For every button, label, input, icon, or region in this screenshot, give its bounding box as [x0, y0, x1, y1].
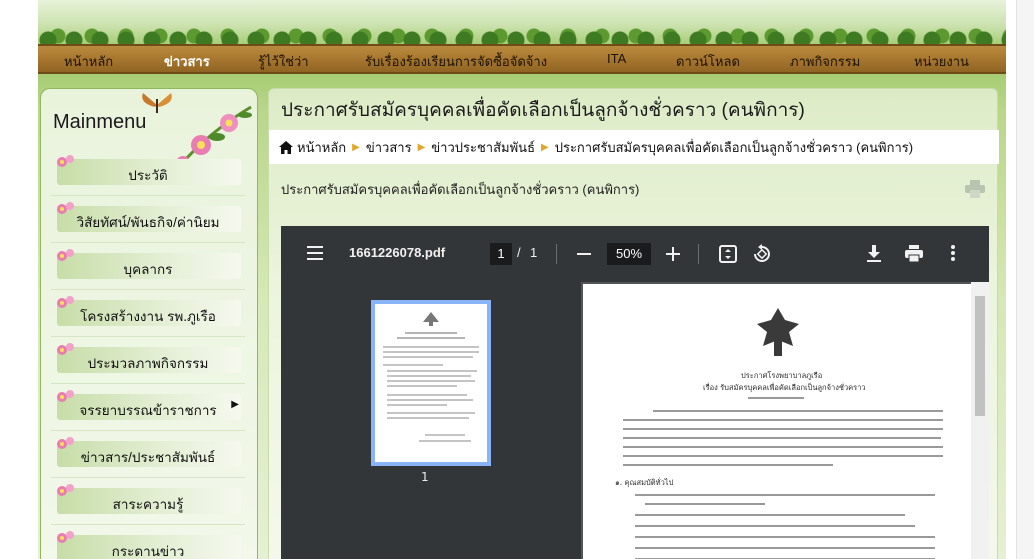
sidebar-item-activity-gallery[interactable]: ประมวลภาพกิจกรรม [51, 337, 245, 384]
page-thumbnail[interactable] [371, 300, 491, 466]
breadcrumb-news[interactable]: ข่าวสาร [366, 137, 412, 158]
nav-item-download[interactable]: ดาวน์โหลด [676, 51, 740, 72]
pdf-toolbar: 1661226078.pdf 1 / 1 50% [281, 226, 989, 282]
sidebar-item-personnel[interactable]: บุคลากร [51, 243, 245, 290]
main-content: ประกาศรับสมัครบุคคลเพื่อคัดเลือกเป็นลูกจ… [268, 88, 999, 559]
sidebar: Mainmenu ประวัติ วิสัยทัศน์/พันธกิจ/ค่าน… [40, 88, 258, 559]
top-nav: หน้าหลัก ข่าวสาร รู้ไว้ใช่ว่า รับเรื่องร… [38, 44, 1006, 74]
nav-item-activities[interactable]: ภาพกิจกรรม [790, 51, 860, 72]
sidebar-item-ethics[interactable]: จรรยาบรรณข้าราชการ ▶ [51, 384, 245, 431]
sidebar-item-label: ข่าวสาร/ประชาสัมพันธ์ [80, 450, 216, 465]
doc-section-heading: ๑. คุณสมบัติทั่วไป [615, 478, 674, 487]
zoom-level-input[interactable]: 50% [607, 243, 651, 265]
sidebar-item-label: วิสัยทัศน์/พันธกิจ/ค่านิยม [76, 215, 220, 230]
caret-right-icon: ▶ [417, 141, 426, 153]
sidebar-item-structure[interactable]: โครงสร้างงาน รพ.ภูเรือ [51, 290, 245, 337]
sidebar-item-knowledge[interactable]: สาระความรู้ [51, 478, 245, 525]
sidebar-item-label: ประมวลภาพกิจกรรม [87, 356, 209, 371]
thumbnail-pane: 1 [281, 282, 581, 559]
page-title: ประกาศรับสมัครบุคคลเพื่อคัดเลือกเป็นลูกจ… [281, 100, 805, 121]
nav-item-ita[interactable]: ITA [607, 51, 626, 66]
toolbar-divider [698, 244, 699, 264]
window-scrollbar[interactable] [1016, 0, 1034, 559]
zoom-in-icon[interactable] [666, 247, 680, 261]
page-number-input[interactable]: 1 [490, 243, 512, 265]
breadcrumb-home[interactable]: หน้าหลัก [297, 137, 346, 158]
garuda-emblem-icon [757, 308, 799, 356]
pdf-filename: 1661226078.pdf [349, 245, 446, 260]
nav-item-did-you-know[interactable]: รู้ไว้ใช่ว่า [258, 51, 309, 72]
breadcrumb-current: ประกาศรับสมัครบุคคลเพื่อคัดเลือกเป็นลูกจ… [554, 139, 914, 155]
rotate-icon[interactable] [752, 244, 772, 264]
chevron-right-icon: ▶ [231, 399, 239, 410]
download-icon[interactable] [867, 245, 881, 262]
caret-right-icon: ▶ [352, 141, 360, 153]
sidebar-item-news-pr[interactable]: ข่าวสาร/ประชาสัมพันธ์ [51, 431, 245, 478]
nav-item-home[interactable]: หน้าหลัก [64, 51, 113, 72]
page-frame: หน้าหลัก ข่าวสาร รู้ไว้ใช่ว่า รับเรื่องร… [38, 0, 1006, 559]
thumbnail-page-number: 1 [421, 470, 429, 484]
zoom-out-icon[interactable] [577, 253, 591, 255]
page-separator: / [517, 245, 521, 260]
sidebar-item-label: กระดานข่าว [111, 544, 185, 559]
breadcrumb: หน้าหลัก ▶ ข่าวสาร ▶ ข่าวประชาสัมพันธ์ ▶… [269, 130, 999, 164]
nav-item-departments[interactable]: หน่วยงาน [914, 51, 969, 72]
caret-right-icon: ▶ [541, 141, 549, 153]
sidebar-item-history[interactable]: ประวัติ [51, 149, 245, 196]
sidebar-item-label: ประวัติ [128, 168, 168, 183]
pdf-scrollbar[interactable] [971, 282, 989, 559]
sidebar-item-label: บุคลากร [123, 262, 173, 277]
doc-subject: เรื่อง รับสมัครบุคคลเพื่อคัดเลือกเป็นลูก… [703, 383, 866, 392]
article-heading: ประกาศรับสมัครบุคคลเพื่อคัดเลือกเป็นลูกจ… [281, 182, 640, 197]
fit-page-icon[interactable] [719, 245, 737, 263]
toolbar-divider [556, 244, 557, 264]
more-options-icon[interactable] [951, 245, 955, 261]
emblem-icon [423, 312, 439, 326]
menu-icon[interactable] [307, 246, 323, 260]
sidebar-item-label: สาระความรู้ [112, 497, 184, 512]
sidebar-item-board[interactable]: กระดานข่าว [51, 525, 245, 559]
pdf-viewer[interactable]: 1661226078.pdf 1 / 1 50% 1 ประกาศโรงพยาบ… [281, 226, 989, 559]
sidebar-title: Mainmenu [53, 111, 147, 133]
sidebar-item-label: จรรยาบรรณข้าราชการ [79, 403, 217, 418]
header-foliage [38, 26, 1006, 46]
nav-item-news[interactable]: ข่าวสาร [164, 51, 210, 72]
sidebar-item-label: โครงสร้างงาน รพ.ภูเรือ [80, 309, 216, 324]
doc-organization: ประกาศโรงพยาบาลภูเรือ [741, 371, 823, 380]
sidebar-menu: ประวัติ วิสัยทัศน์/พันธกิจ/ค่านิยม บุคลา… [51, 149, 245, 559]
breadcrumb-pr-news[interactable]: ข่าวประชาสัมพันธ์ [431, 137, 535, 158]
print-pdf-icon[interactable] [905, 245, 923, 262]
pdf-page: ประกาศโรงพยาบาลภูเรือ เรื่อง รับสมัครบุค… [583, 284, 971, 559]
total-pages: 1 [530, 245, 538, 260]
home-icon [279, 140, 293, 154]
print-icon[interactable] [965, 180, 985, 198]
nav-item-procurement-complaints[interactable]: รับเรื่องร้องเรียนการจัดซื้อจัดจ้าง [365, 51, 547, 72]
pdf-scroll-thumb[interactable] [975, 296, 985, 416]
sidebar-item-vision[interactable]: วิสัยทัศน์/พันธกิจ/ค่านิยม [51, 196, 245, 243]
